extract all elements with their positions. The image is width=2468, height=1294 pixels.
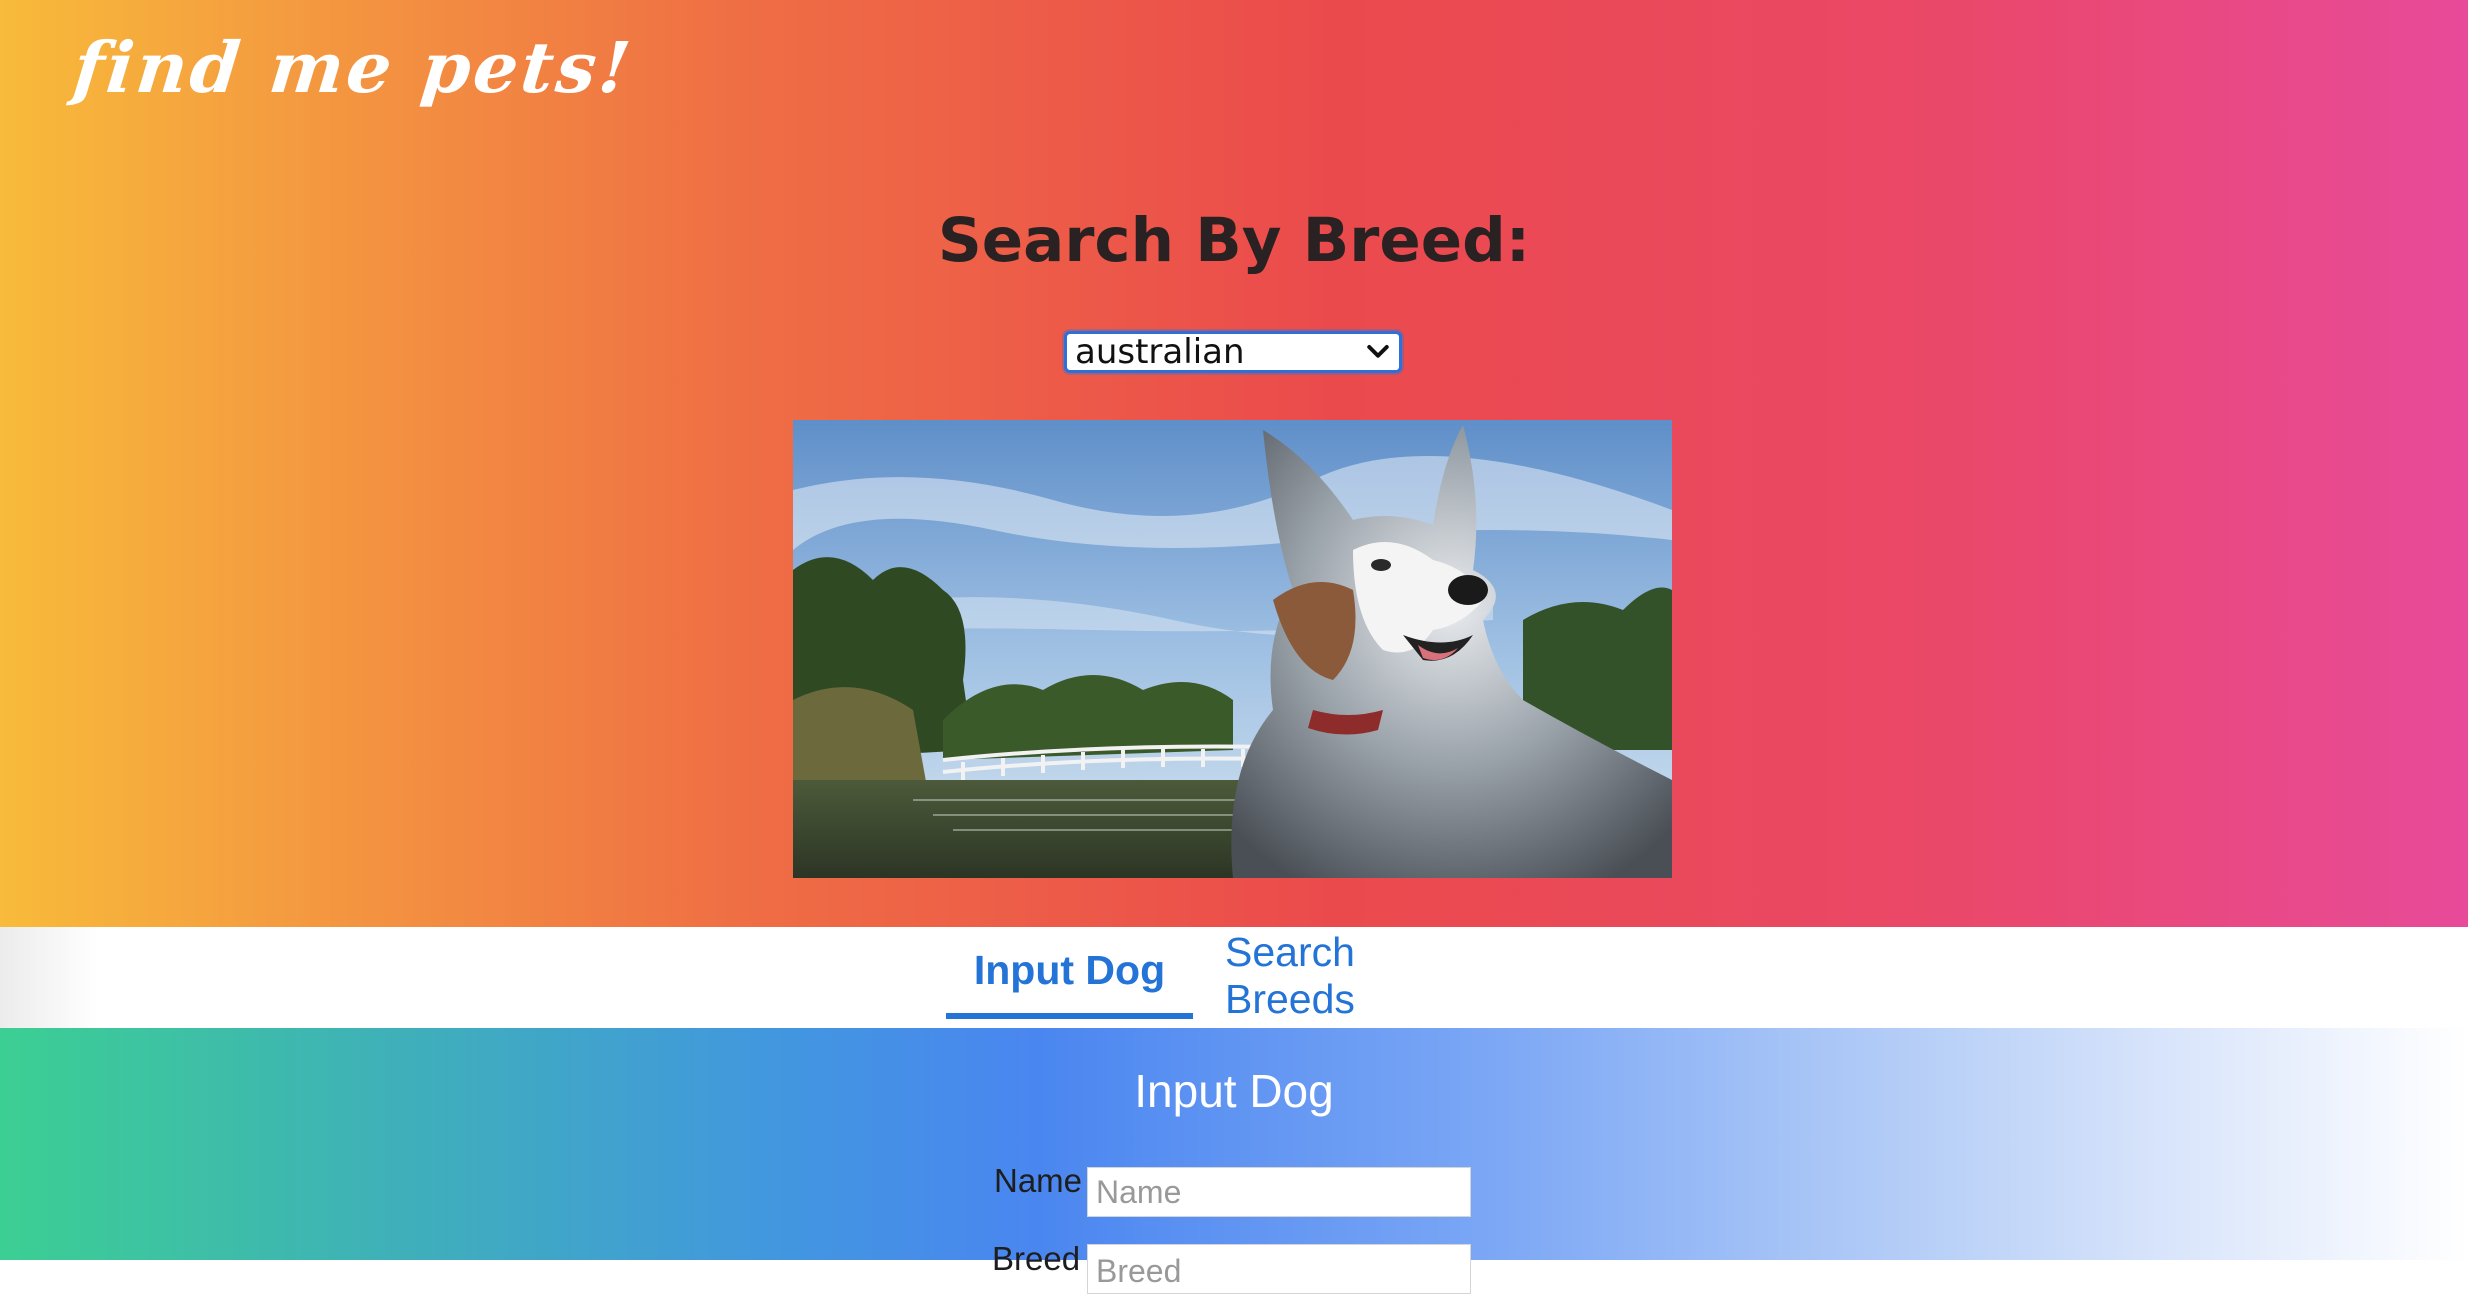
search-by-breed-title: Search By Breed: bbox=[937, 205, 1531, 276]
chevron-down-icon bbox=[1367, 345, 1389, 358]
hero-section: find me pets! Search By Breed: australia… bbox=[0, 0, 2468, 927]
breed-input[interactable]: Breed bbox=[1087, 1244, 1471, 1294]
breed-label: Breed bbox=[992, 1240, 1081, 1277]
breed-select-value: australian bbox=[1075, 332, 1245, 372]
site-logo[interactable]: find me pets! bbox=[70, 26, 638, 109]
name-label: Name bbox=[994, 1162, 1083, 1199]
form-title: Input Dog bbox=[1134, 1065, 1334, 1117]
dog-photo bbox=[793, 420, 1672, 878]
name-input[interactable]: Name bbox=[1087, 1167, 1471, 1217]
tab-input-dog[interactable]: Input Dog bbox=[946, 927, 1193, 1019]
tab-bar: Input Dog Search Breeds bbox=[0, 927, 2468, 1028]
tab-search-breeds[interactable]: Search Breeds bbox=[1225, 929, 1495, 1022]
input-dog-form: Input Dog Name Name Breed Breed bbox=[0, 1028, 2468, 1294]
name-input-placeholder: Name bbox=[1096, 1173, 1182, 1210]
breed-select[interactable]: australian bbox=[1064, 331, 1402, 373]
dog-photo-illustration bbox=[793, 420, 1672, 878]
breed-input-placeholder: Breed bbox=[1096, 1253, 1182, 1289]
